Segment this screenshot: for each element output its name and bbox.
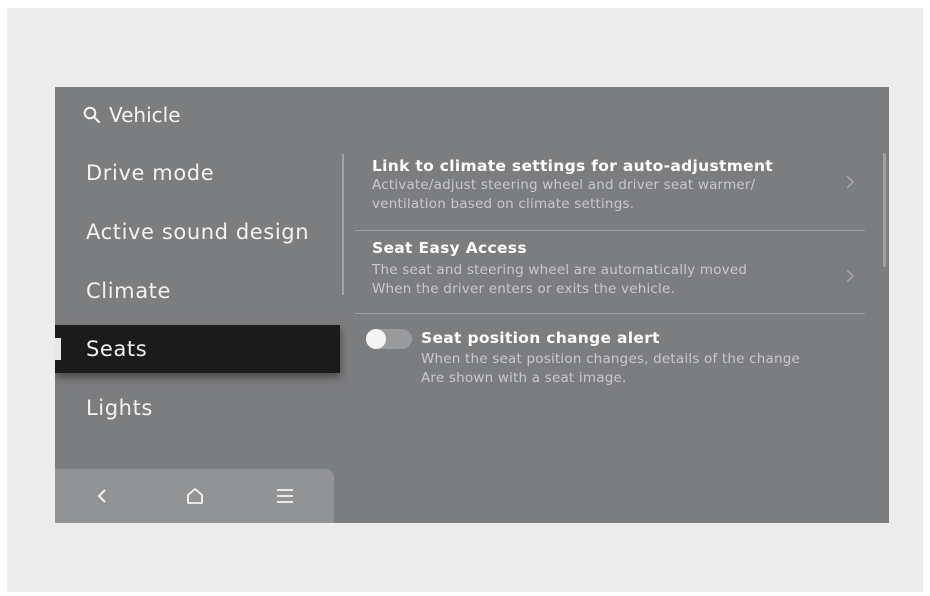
setting-title: Seat position change alert xyxy=(421,329,660,347)
setting-description: Are shown with a seat image. xyxy=(421,370,627,386)
menu-scrollbar[interactable] xyxy=(342,154,344,295)
setting-description: ventilation based on climate settings. xyxy=(372,196,635,212)
menu-item-label: Drive mode xyxy=(86,161,215,185)
menu-item-climate[interactable]: Climate xyxy=(55,267,340,315)
seat-position-alert-toggle[interactable] xyxy=(366,329,412,349)
chevron-right-icon xyxy=(846,269,855,283)
chevron-right-icon xyxy=(846,175,855,189)
menu-item-label: Seats xyxy=(86,337,148,361)
menu-item-seats[interactable]: Seats xyxy=(55,325,340,373)
setting-description: When the seat position changes, details … xyxy=(421,351,801,367)
settings-scrollbar[interactable] xyxy=(883,153,886,267)
back-button[interactable] xyxy=(72,469,132,523)
search-header[interactable]: Vehicle xyxy=(83,101,181,129)
divider xyxy=(355,313,865,314)
back-icon xyxy=(97,489,106,503)
search-icon xyxy=(83,106,101,124)
menu-item-label: Climate xyxy=(86,279,172,303)
search-label: Vehicle xyxy=(109,103,181,127)
menu-item-label: Lights xyxy=(86,396,153,420)
home-button[interactable] xyxy=(165,469,225,523)
menu-item-active-sound-design[interactable]: Active sound design xyxy=(55,208,340,256)
toggle-knob xyxy=(366,329,386,349)
setting-description: The seat and steering wheel are automati… xyxy=(372,262,748,278)
setting-description: When the driver enters or exits the vehi… xyxy=(372,281,675,297)
setting-title: Seat Easy Access xyxy=(372,239,527,257)
vehicle-settings-screen: Vehicle Drive mode Active sound design C… xyxy=(55,87,889,523)
setting-title: Link to climate settings for auto-adjust… xyxy=(372,157,774,175)
menu-icon xyxy=(277,489,293,503)
menu-item-drive-mode[interactable]: Drive mode xyxy=(55,149,340,197)
selected-indicator xyxy=(55,338,61,360)
bottom-nav-bar xyxy=(55,469,334,523)
divider xyxy=(355,230,865,231)
home-icon xyxy=(187,488,203,504)
menu-item-label: Active sound design xyxy=(86,220,310,244)
setting-description: Activate/adjust steering wheel and drive… xyxy=(372,177,756,193)
menu-item-lights[interactable]: Lights xyxy=(55,384,340,432)
menu-button[interactable] xyxy=(255,469,315,523)
